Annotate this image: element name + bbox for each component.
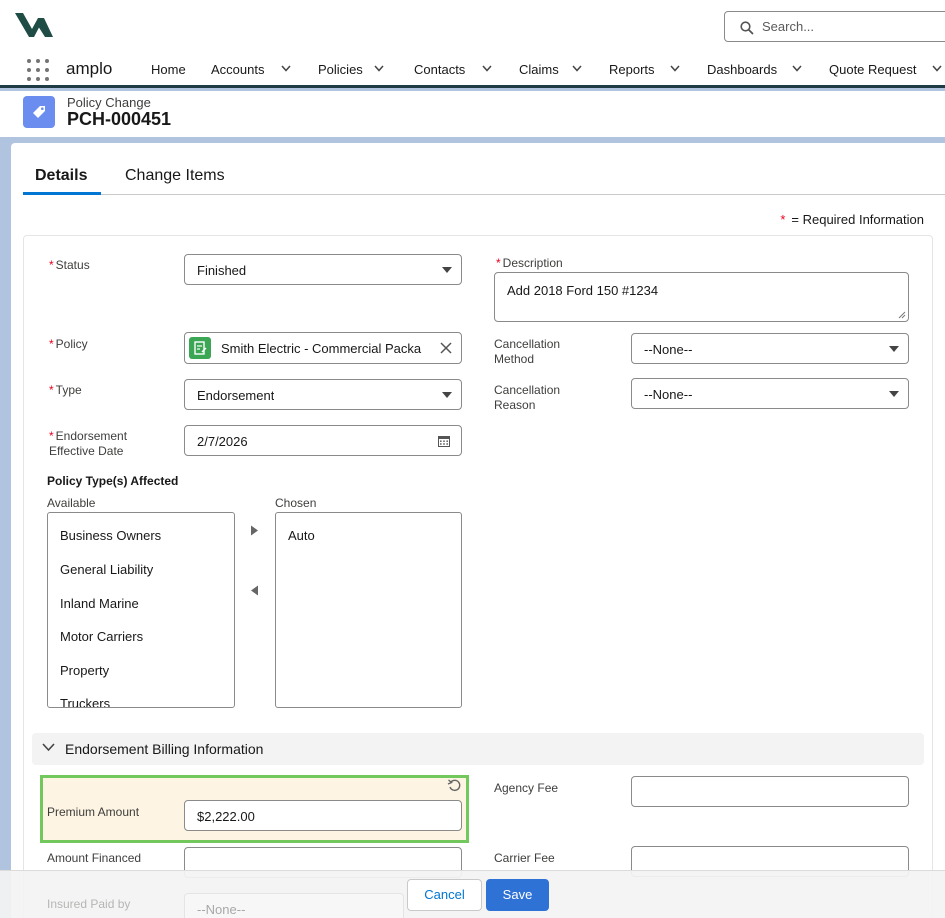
tab-details[interactable]: Details bbox=[35, 167, 87, 185]
chevron-down-icon[interactable] bbox=[792, 65, 802, 72]
nav-item-policies[interactable]: Policies bbox=[318, 62, 363, 77]
list-item[interactable]: Property bbox=[60, 663, 109, 678]
available-label: Available bbox=[47, 496, 96, 510]
policy-label: * Policy bbox=[49, 337, 88, 351]
policy-lookup[interactable]: Smith Electric - Commercial Packa bbox=[184, 332, 462, 364]
chevron-down-icon[interactable] bbox=[281, 65, 291, 72]
caret-down-icon bbox=[889, 391, 899, 397]
list-item[interactable]: Inland Marine bbox=[60, 596, 139, 611]
search-icon bbox=[740, 21, 754, 35]
app-launcher-icon[interactable] bbox=[27, 59, 49, 81]
chevron-down-icon[interactable] bbox=[932, 65, 942, 72]
amount-financed-label: Amount Financed bbox=[47, 851, 142, 865]
type-select[interactable]: Endorsement bbox=[184, 379, 462, 410]
policy-change-icon bbox=[23, 96, 55, 128]
chevron-down-icon[interactable] bbox=[670, 65, 680, 72]
app-navigation: amplo Home Accounts Policies Contacts Cl… bbox=[0, 52, 945, 88]
list-item[interactable]: Truckers bbox=[60, 696, 110, 707]
chevron-down-icon[interactable] bbox=[374, 65, 384, 72]
endorsement-date-label: * Endorsement Effective Date bbox=[49, 429, 128, 458]
description-value: Add 2018 Ford 150 #1234 bbox=[507, 283, 659, 298]
policy-record-icon bbox=[189, 337, 211, 359]
move-left-icon[interactable] bbox=[250, 585, 259, 596]
clear-icon[interactable] bbox=[440, 342, 452, 354]
list-item[interactable]: Motor Carriers bbox=[60, 629, 143, 644]
agency-fee-label: Agency Fee bbox=[494, 781, 559, 795]
status-value: Finished bbox=[197, 263, 247, 278]
list-item[interactable]: Auto bbox=[288, 528, 315, 543]
active-tab-indicator bbox=[23, 192, 101, 195]
global-header: Search... bbox=[0, 0, 945, 52]
chevron-down-icon[interactable] bbox=[572, 65, 582, 72]
carrier-fee-label: Carrier Fee bbox=[494, 851, 555, 865]
agency-fee-input[interactable] bbox=[631, 776, 909, 807]
chevron-down-icon[interactable] bbox=[482, 65, 492, 72]
description-textarea[interactable]: Add 2018 Ford 150 #1234 bbox=[494, 272, 909, 322]
required-info-text: = Required Information bbox=[791, 212, 924, 227]
record-header: Policy Change PCH-000451 bbox=[0, 91, 945, 137]
chosen-listbox[interactable]: Auto bbox=[275, 512, 462, 708]
status-select[interactable]: Finished bbox=[184, 254, 462, 285]
nav-item-home[interactable]: Home bbox=[151, 62, 186, 77]
premium-amount-input[interactable]: $2,222.00 bbox=[184, 800, 462, 831]
cancel-button[interactable]: Cancel bbox=[407, 879, 482, 911]
endorsement-date-input[interactable]: 2/7/2026 bbox=[184, 425, 462, 456]
insured-paid-by-label: Insured Paid by bbox=[47, 897, 131, 911]
cancellation-method-select[interactable]: --None-- bbox=[631, 333, 909, 364]
nav-item-contacts[interactable]: Contacts bbox=[414, 62, 465, 77]
premium-amount-value: $2,222.00 bbox=[197, 809, 255, 824]
type-value: Endorsement bbox=[197, 388, 275, 403]
chevron-down-icon bbox=[42, 743, 55, 752]
record-object-label: Policy Change bbox=[67, 95, 151, 110]
move-right-icon[interactable] bbox=[250, 525, 259, 536]
search-placeholder: Search... bbox=[762, 19, 815, 34]
endorsement-date-value: 2/7/2026 bbox=[197, 434, 248, 449]
cancellation-method-label: Cancellation Method bbox=[494, 337, 561, 366]
tab-divider bbox=[23, 194, 945, 195]
chosen-label: Chosen bbox=[275, 496, 317, 510]
record-name: PCH-000451 bbox=[67, 109, 172, 129]
cancellation-reason-label: Cancellation Reason bbox=[494, 383, 561, 412]
policy-types-title: Policy Type(s) Affected bbox=[47, 474, 179, 488]
tab-change-items[interactable]: Change Items bbox=[125, 167, 225, 185]
cancellation-reason-select[interactable]: --None-- bbox=[631, 378, 909, 409]
amplo-logo-icon[interactable] bbox=[14, 12, 54, 41]
list-item[interactable]: Business Owners bbox=[60, 528, 161, 543]
required-star: * bbox=[780, 212, 786, 227]
billing-section-header[interactable]: Endorsement Billing Information bbox=[32, 733, 924, 765]
description-label: * Description bbox=[496, 256, 563, 270]
list-item[interactable]: General Liability bbox=[60, 562, 153, 577]
insured-paid-by-value: --None-- bbox=[197, 902, 246, 917]
nav-item-dashboards[interactable]: Dashboards bbox=[707, 62, 777, 77]
required-info-note: * = Required Information bbox=[780, 212, 924, 227]
caret-down-icon bbox=[442, 267, 452, 273]
policy-value: Smith Electric - Commercial Packa bbox=[221, 341, 422, 356]
insured-paid-by-select[interactable]: --None-- bbox=[184, 893, 404, 918]
caret-down-icon bbox=[889, 346, 899, 352]
undo-icon[interactable] bbox=[447, 778, 461, 792]
nav-item-quote-request[interactable]: Quote Request bbox=[829, 62, 916, 77]
nav-item-claims[interactable]: Claims bbox=[519, 62, 559, 77]
app-name: amplo bbox=[66, 59, 113, 78]
resize-handle-icon[interactable] bbox=[898, 311, 906, 319]
nav-item-reports[interactable]: Reports bbox=[609, 62, 655, 77]
nav-item-accounts[interactable]: Accounts bbox=[211, 62, 264, 77]
status-label: * Status bbox=[49, 258, 90, 272]
type-label: * Type bbox=[49, 383, 82, 397]
cancellation-method-value: --None-- bbox=[644, 342, 693, 357]
available-listbox[interactable]: Business Owners General Liability Inland… bbox=[47, 512, 235, 708]
calendar-icon[interactable] bbox=[438, 435, 450, 447]
premium-amount-label: Premium Amount bbox=[47, 805, 140, 819]
save-button[interactable]: Save bbox=[486, 879, 549, 911]
cancellation-reason-value: --None-- bbox=[644, 387, 693, 402]
billing-section-title: Endorsement Billing Information bbox=[65, 741, 264, 757]
caret-down-icon bbox=[442, 392, 452, 398]
global-search-input[interactable]: Search... bbox=[724, 11, 945, 42]
